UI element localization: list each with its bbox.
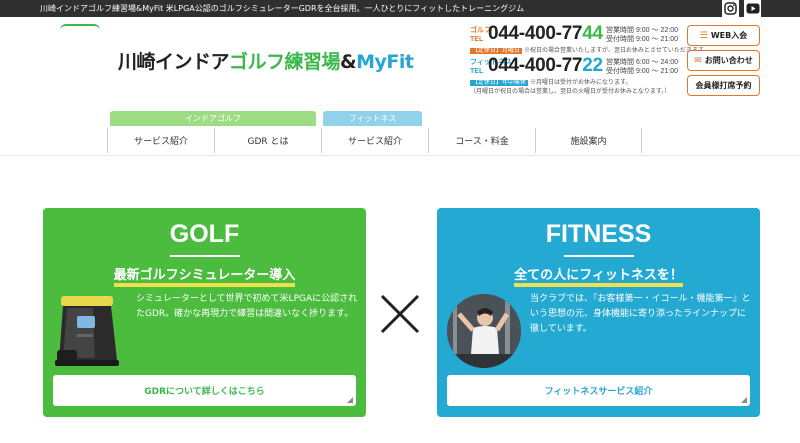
fitness-service-button[interactable]: フィットネスサービス紹介	[447, 375, 750, 406]
fitness-service-label: フィットネスサービス紹介	[544, 387, 653, 397]
site-tagline: 川崎インドアゴルフ練習場&MyFit 米LPGA公認のゴルフシミュレーターGDR…	[40, 4, 525, 13]
logo-ampersand: &	[340, 51, 357, 73]
golf-simulator-image	[53, 294, 127, 368]
nav-group-indoor-golf: インドアゴルフ	[110, 111, 316, 126]
instagram-icon[interactable]	[722, 0, 739, 17]
logo-accent	[60, 24, 100, 30]
fitness-card-title: FITNESS	[545, 220, 652, 248]
logo-part-myfit: MyFit	[356, 51, 414, 73]
cross-icon	[378, 292, 422, 336]
golf-phone-number[interactable]: 044-400-7744	[488, 23, 603, 45]
contact-label: お問い合わせ	[704, 56, 753, 65]
fitness-card-subtitle: 全ての人にフィットネスを！	[437, 264, 760, 287]
nav-group-fitness: フィットネス	[323, 111, 422, 126]
nav-item-fitness-service[interactable]: サービス紹介	[321, 128, 428, 153]
fitness-training-photo	[447, 294, 521, 368]
top-bar: 川崎インドアゴルフ練習場&MyFit 米LPGA公認のゴルフシミュレーターGDR…	[0, 0, 800, 17]
member-booking-button[interactable]: 会員様打席予約	[687, 75, 760, 96]
fitness-card: FITNESS 全ての人にフィットネスを！ 当クラブでは、『お客様第一・イコール…	[437, 208, 760, 417]
gdr-details-button[interactable]: GDRについて詳しくはこちら	[53, 375, 356, 406]
logo-part-golf: ゴルフ練習場	[229, 51, 341, 73]
golf-hours: 営業時間 9:00 ～ 22:00 受付時間 9:00 ～ 21:00	[606, 27, 678, 43]
member-booking-label: 会員様打席予約	[695, 81, 752, 90]
golf-title-underline	[169, 255, 240, 257]
nav-item-golf-service[interactable]: サービス紹介	[107, 128, 214, 153]
golf-card-title: GOLF	[169, 220, 240, 248]
corner-arrow-icon	[347, 397, 353, 403]
corner-arrow-icon	[741, 397, 747, 403]
header-divider	[0, 155, 800, 156]
mail-icon: ✉	[694, 55, 702, 66]
contact-button[interactable]: ✉ お問い合わせ	[687, 50, 760, 71]
golf-closed-note: 【定休日】月曜日 ※祝日の場合営業いたしますが、翌日お休みとさせていただきます。	[470, 48, 710, 54]
golf-card-body: シミュレーターとして世界で初めて米LPGAに公認されたGDR。確かな再現力で練習…	[136, 294, 358, 319]
youtube-icon[interactable]	[744, 0, 761, 17]
golf-card-subtitle: 最新ゴルフシミュレーター導入	[43, 264, 366, 287]
fitness-closed-note-detail: （月曜日が祝日の場合は営業し、翌日の火曜日が受付お休みとなります。）	[470, 89, 671, 95]
nav-item-course-fees[interactable]: コース・料金	[428, 128, 535, 153]
main-nav: サービス紹介 GDR とは サービス紹介 コース・料金 施設案内	[107, 128, 642, 153]
gdr-details-label: GDRについて詳しくはこちら	[144, 387, 265, 397]
fitness-hours: 営業時間 6:00 ～ 24:00 受付時間 9:00 ～ 21:00	[606, 59, 678, 75]
fitness-phone-number[interactable]: 044-400-7722	[488, 55, 603, 77]
web-join-label: WEB入会	[710, 31, 748, 40]
web-join-button[interactable]: ☰ WEB入会	[687, 25, 760, 46]
fitness-card-body: 当クラブでは、『お客様第一・イコール・機能第一』という思想の元、身体機能に寄り添…	[530, 294, 751, 334]
fitness-closed-note: 【定休日】年中無休 ※月曜日は受付がお休みになります。	[470, 80, 632, 86]
nav-item-facility[interactable]: 施設案内	[535, 128, 642, 153]
nav-item-gdr[interactable]: GDR とは	[214, 128, 321, 153]
site-logo[interactable]: 川崎インドアゴルフ練習場&MyFit	[118, 47, 414, 74]
form-icon: ☰	[699, 30, 708, 41]
logo-part-indoor: 川崎インドア	[118, 51, 230, 73]
fitness-title-underline	[563, 255, 634, 257]
golf-card: GOLF 最新ゴルフシミュレーター導入 シミュレーターとして世界で初めて米LPG…	[43, 208, 366, 417]
